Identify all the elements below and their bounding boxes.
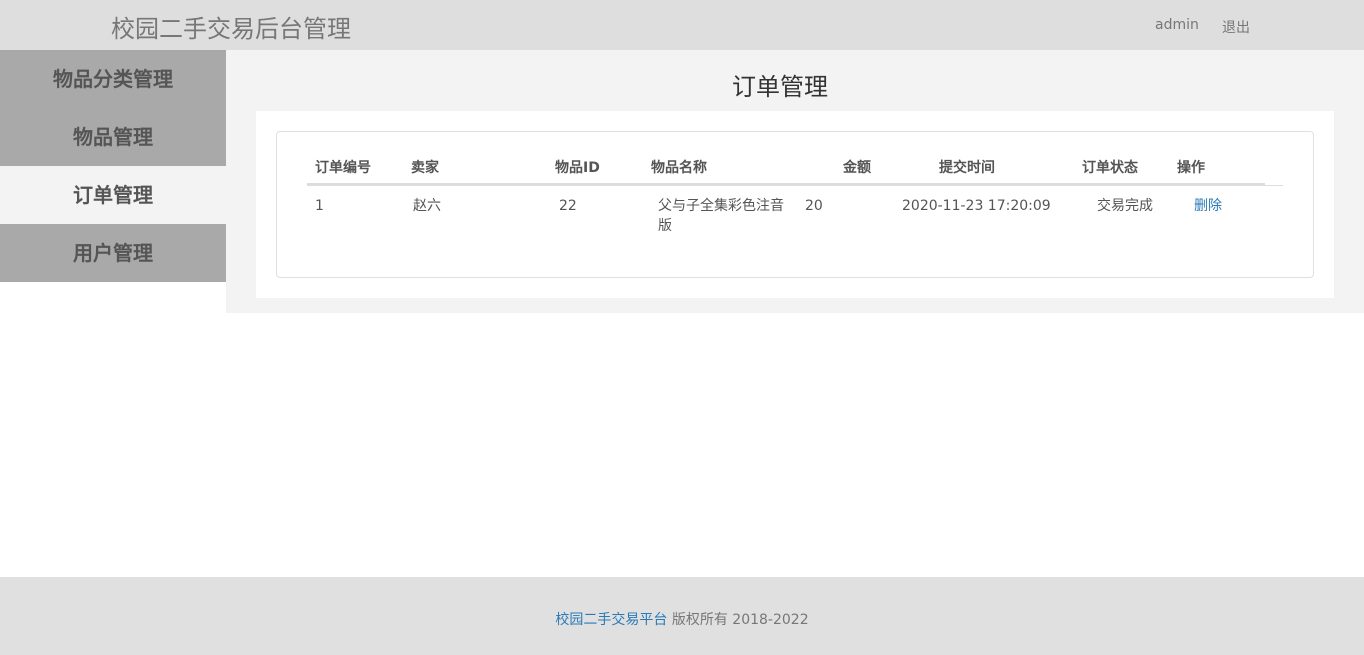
content-panel: 订单编号 卖家 物品ID 物品名称 金额 提交时间 订单状态 操作 1 赵六 2… [256,111,1334,298]
footer-platform-link[interactable]: 校园二手交易平台 [555,612,667,628]
sidebar-item-users[interactable]: 用户管理 [0,224,226,282]
column-header-amount: 金额 [843,160,871,176]
cell-item-name: 父与子全集彩色注音版 [658,198,784,234]
page-title: 订单管理 [732,73,828,101]
sidebar-item-goods[interactable]: 物品管理 [0,108,226,166]
cell-item-id: 22 [559,198,577,214]
column-header-submit-time: 提交时间 [939,160,995,176]
header-divider [307,183,1265,186]
column-header-item-name: 物品名称 [651,160,707,176]
orders-table: 订单编号 卖家 物品ID 物品名称 金额 提交时间 订单状态 操作 1 赵六 2… [276,131,1314,278]
cell-submit-time: 2020-11-23 17:20:09 [902,198,1051,214]
cell-amount: 20 [805,198,823,214]
footer-copyright: 版权所有 2018-2022 [667,612,809,628]
main-content: 订单管理 订单编号 卖家 物品ID 物品名称 金额 提交时间 订单状态 操作 1… [226,50,1364,313]
column-header-item-id: 物品ID [555,160,600,176]
sidebar-item-orders[interactable]: 订单管理 [0,166,226,224]
footer-text: 校园二手交易平台 版权所有 2018-2022 [0,609,1364,629]
sidebar-item-category[interactable]: 物品分类管理 [0,50,226,108]
brand-title: 校园二手交易后台管理 [111,15,351,43]
delete-button[interactable]: 删除 [1194,196,1222,216]
sidebar: 物品分类管理 物品管理 订单管理 用户管理 [0,50,226,282]
cell-order-id: 1 [315,198,324,214]
footer: 校园二手交易平台 版权所有 2018-2022 [0,577,1364,655]
logout-link[interactable]: 退出 [1222,17,1250,37]
column-header-order-id: 订单编号 [315,160,371,176]
column-header-status: 订单状态 [1082,160,1138,176]
header-divider-end [1265,185,1283,186]
cell-seller: 赵六 [413,198,441,214]
top-header: 校园二手交易后台管理 admin 退出 [0,0,1364,50]
user-name-link[interactable]: admin [1155,17,1199,33]
cell-status: 交易完成 [1097,198,1153,214]
column-header-action: 操作 [1177,160,1205,176]
column-header-seller: 卖家 [411,160,439,176]
